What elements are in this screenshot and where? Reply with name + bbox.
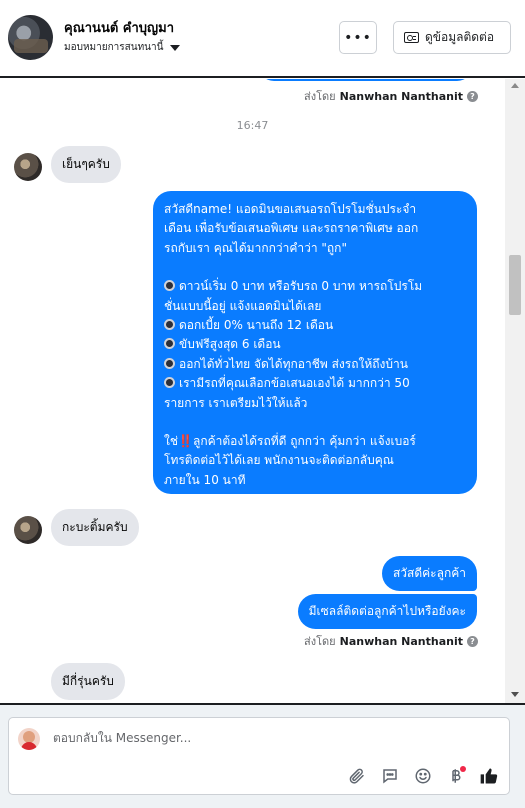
message-line: เดือน เพื่อรับข้อเสนอพิเศษ และรถราคาพิเศ…: [164, 221, 419, 236]
chat-bubble-icon[interactable]: [380, 766, 400, 786]
previous-outgoing-bubble: [258, 79, 473, 81]
paperclip-icon[interactable]: [347, 766, 367, 786]
car-emoji-icon: [164, 357, 175, 369]
sent-by-caption: ส่งโดย Nanwhan Nanthanit ?: [304, 87, 478, 105]
thread-scrollbar[interactable]: [505, 79, 525, 703]
message-line-text: ใช่: [164, 434, 179, 449]
message-line: ขับฟรีสูงสุด 6 เดือน: [164, 335, 466, 354]
car-emoji-icon: [164, 280, 175, 292]
message-line-text: ดอกเบี้ย 0% นานถึง 12 เดือน: [179, 318, 334, 333]
composer-area: [0, 703, 525, 808]
view-contact-info-label: ดูข้อมูลติดต่อ: [425, 30, 495, 44]
thumbs-up-icon[interactable]: [479, 766, 499, 786]
incoming-message[interactable]: กะบะติ้มครับ: [51, 509, 139, 546]
sent-by-prefix: ส่งโดย: [304, 635, 336, 648]
message-line: เรามีรถที่คุณเลือกข้อเสนอเองได้ มากกว่า …: [164, 374, 466, 393]
message-line-text: ขับฟรีสูงสุด 6 เดือน: [179, 337, 281, 352]
sender-name: Nanwhan Nanthanit: [339, 634, 463, 648]
message-line: รายการ เราเตรียมไว้ให้แล้ว: [164, 395, 308, 410]
assign-conversation-dropdown[interactable]: มอบหมายการสนทนานี้: [64, 40, 181, 55]
message-line: ชั่นแบบนี้อยู่ แจ้งแอดมินได้เลย: [164, 298, 322, 313]
outgoing-message[interactable]: มีเซลล์ติดต่อลูกค้าไปหรือยังคะ: [297, 594, 477, 630]
caret-down-icon: [170, 44, 181, 51]
help-icon[interactable]: ?: [467, 90, 478, 102]
smiley-icon[interactable]: [413, 766, 433, 786]
double-exclamation-icon: ‼️: [178, 434, 193, 449]
car-emoji-icon: [164, 377, 175, 389]
message-line: ออกได้ทั่วไทย จัดได้ทุกอาชีพ ส่งรถให้ถึง…: [164, 355, 466, 374]
car-emoji-icon: [164, 319, 175, 331]
message-line: สวัสดีname! แอดมินขอเสนอรถโปรโมชั่นประจำ: [164, 202, 417, 216]
scroll-up-icon[interactable]: [511, 83, 519, 88]
outgoing-message[interactable]: สวัสดีค่ะลูกค้า: [381, 556, 477, 592]
assign-label: มอบหมายการสนทนานี้: [64, 42, 164, 53]
scroll-down-icon[interactable]: [511, 692, 519, 697]
message-line: ดอกเบี้ย 0% นานถึง 12 เดือน: [164, 316, 466, 335]
notification-dot: [460, 766, 466, 772]
contact-avatar-small[interactable]: [14, 516, 42, 544]
contact-avatar[interactable]: [8, 15, 53, 60]
timestamp: 16:47: [236, 119, 269, 132]
message-line: ภายใน 10 นาที: [164, 472, 246, 487]
conversation-header: คุณานนต์ คำบุญมา มอบหมายการสนทนานี้ ••• …: [0, 0, 525, 78]
baht-icon[interactable]: [446, 766, 466, 786]
message-line: โทรติดต่อไว้ได้เลย พนักงานจะติดต่อกลับคุ…: [164, 453, 394, 468]
more-options-button[interactable]: •••: [339, 21, 377, 54]
contact-card-icon: [404, 32, 419, 43]
help-icon[interactable]: ?: [467, 635, 478, 647]
view-contact-info-button[interactable]: ดูข้อมูลติดต่อ: [393, 21, 511, 54]
sent-by-prefix: ส่งโดย: [304, 90, 336, 103]
message-line-text: เรามีรถที่คุณเลือกข้อเสนอเองได้ มากกว่า …: [179, 376, 410, 391]
sender-name: Nanwhan Nanthanit: [339, 89, 463, 103]
page-avatar: [18, 728, 40, 750]
message-line-text: ออกได้ทั่วไทย จัดได้ทุกอาชีพ ส่งรถให้ถึง…: [179, 356, 408, 371]
sent-by-caption: ส่งโดย Nanwhan Nanthanit ?: [304, 632, 478, 650]
car-emoji-icon: [164, 338, 175, 350]
reply-composer[interactable]: [8, 717, 510, 795]
reply-input[interactable]: [53, 731, 473, 745]
message-thread[interactable]: ส่งโดย Nanwhan Nanthanit ? 16:47 เย็นๆคร…: [0, 79, 505, 703]
message-line-text: ดาวน์เริ่ม 0 บาท หรือรับรถ 0 บาท หารถโปร…: [179, 279, 423, 294]
contact-avatar-small[interactable]: [14, 153, 42, 181]
message-line: ดาวน์เริ่ม 0 บาท หรือรับรถ 0 บาท หารถโปร…: [164, 277, 466, 296]
message-line: รถกับเรา คุณได้มากกว่าคำว่า "ถูก": [164, 240, 347, 255]
incoming-message[interactable]: มีกี่รุ่นครับ: [51, 663, 125, 700]
composer-toolbar: [347, 766, 499, 786]
outgoing-promo-message[interactable]: สวัสดีname! แอดมินขอเสนอรถโปรโมชั่นประจำ…: [153, 191, 477, 494]
message-line-text: ลูกค้าต้องได้รถที่ดี ถูกกว่า คุ้มกว่า แจ…: [192, 434, 416, 449]
contact-name[interactable]: คุณานนต์ คำบุญมา: [64, 17, 174, 38]
incoming-message[interactable]: เย็นๆครับ: [51, 146, 121, 183]
message-line: ใช่‼️ลูกค้าต้องได้รถที่ดี ถูกกว่า คุ้มกว…: [164, 432, 466, 451]
scroll-thumb[interactable]: [509, 255, 521, 315]
